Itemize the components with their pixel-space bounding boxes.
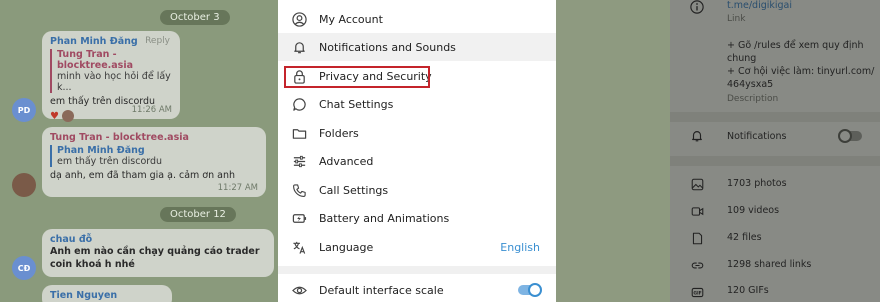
notifications-label: Notifications [727,131,787,142]
translate-icon [291,239,307,255]
phone-icon [291,182,307,198]
eye-icon [291,282,307,298]
toggle-knob [528,283,542,297]
avatar[interactable] [12,173,36,197]
bell-icon [690,129,704,143]
chat-bubble-icon [291,96,307,112]
gif-icon: GIF [690,285,704,299]
chat-area: October 3 Phan Minh Đăng Reply Tung Tran… [0,0,278,302]
menu-item-label: Battery and Animations [319,211,450,225]
media-videos[interactable]: 109 videos [727,205,779,216]
media-links[interactable]: 1298 shared links [727,259,811,270]
message-bubble[interactable]: Phan Minh Đăng Reply Tung Tran - blocktr… [42,31,180,122]
menu-item-label: Default interface scale [319,283,444,297]
menu-item-label: My Account [319,12,383,26]
reply-quote-name: Tung Tran - blocktree.asia [57,49,133,71]
menu-item-label: Call Settings [319,183,389,197]
menu-item-battery[interactable]: Battery and Animations [278,204,556,232]
info-divider [670,156,880,166]
info-divider [670,112,880,122]
interface-scale-toggle[interactable] [518,283,542,297]
reply-quote-name: Phan Minh Đăng [57,145,145,156]
sliders-icon [291,153,307,169]
description-line: 464ysxa5 [727,79,774,90]
date-separator: October 3 [160,10,230,25]
message-text: dạ anh, em đã tham gia ạ. cảm ơn anh [50,170,236,181]
message-bubble[interactable]: Tien Nguyen [42,285,172,302]
menu-item-label: Notifications and Sounds [319,40,456,54]
message-bubble[interactable]: Tung Tran - blocktree.asia Phan Minh Đăn… [42,127,266,197]
info-icon [690,0,704,14]
reply-quote-text: minh vào học hỏi để lấy k... [57,71,171,93]
message-text: Anh em nào cần chạy quảng cáo trader coi… [50,246,260,270]
bell-icon [291,39,307,55]
svg-text:GIF: GIF [693,290,701,296]
language-value: English [500,240,540,254]
menu-divider [278,266,556,274]
heart-reaction-icon[interactable]: ♥ [50,111,59,122]
video-icon [690,204,704,218]
profile-area [556,0,670,302]
reaction-avatar [61,110,74,122]
menu-item-call-settings[interactable]: Call Settings [278,176,556,204]
reply-quote-text: em thấy trên discordu [57,156,163,167]
menu-item-label: Folders [319,126,359,140]
message-time: 11:26 AM [131,105,172,115]
menu-item-label: Chat Settings [319,97,394,111]
link-label: Link [727,14,746,24]
menu-item-label: Language [319,240,374,254]
description-line: + Gõ /rules để xem quy định [727,40,864,51]
file-icon [690,231,704,245]
date-separator: October 12 [160,207,236,222]
info-panel: t.me/digikigai Link + Gõ /rules để xem q… [670,0,880,302]
description-label: Description [727,94,779,104]
message-sender[interactable]: chau đỗ [50,234,266,245]
group-link[interactable]: t.me/digikigai [727,0,792,11]
reply-quote[interactable]: Phan Minh Đăng em thấy trên discordu [50,145,258,167]
toggle-knob [838,129,852,143]
message-bubble[interactable]: chau đỗ Anh em nào cần chạy quảng cáo tr… [42,229,274,277]
settings-menu: My Account Notifications and Sounds Priv… [278,0,556,302]
photo-icon [690,177,704,191]
menu-item-chat-settings[interactable]: Chat Settings [278,90,556,118]
description-line: + Cơ hội việc làm: tinyurl.com/ [727,66,875,77]
description-line: chung [727,53,757,64]
reactions[interactable]: ♥ [50,110,74,122]
media-files[interactable]: 42 files [727,232,762,243]
reply-link[interactable]: Reply [145,36,170,46]
avatar[interactable]: PD [12,98,36,122]
message-time: 11:27 AM [217,183,258,193]
folder-icon [291,125,307,141]
message-sender[interactable]: Tung Tran - blocktree.asia [50,132,258,143]
avatar[interactable]: CĐ [12,256,36,280]
notifications-toggle[interactable] [838,129,862,143]
highlight-box [284,66,430,88]
menu-item-my-account[interactable]: My Account [278,5,556,33]
user-icon [291,11,307,27]
battery-icon [291,210,307,226]
message-sender[interactable]: Tien Nguyen [50,290,164,301]
menu-item-advanced[interactable]: Advanced [278,147,556,175]
link-icon [690,258,704,272]
media-photos[interactable]: 1703 photos [727,178,787,189]
menu-item-folders[interactable]: Folders [278,119,556,147]
menu-item-interface-scale[interactable]: Default interface scale [278,276,556,302]
media-gifs[interactable]: 120 GIFs [727,285,769,296]
reply-quote[interactable]: Tung Tran - blocktree.asia minh vào học … [50,49,172,93]
menu-item-notifications[interactable]: Notifications and Sounds [278,33,556,61]
menu-item-language[interactable]: Language English [278,233,556,261]
menu-item-label: Advanced [319,154,374,168]
